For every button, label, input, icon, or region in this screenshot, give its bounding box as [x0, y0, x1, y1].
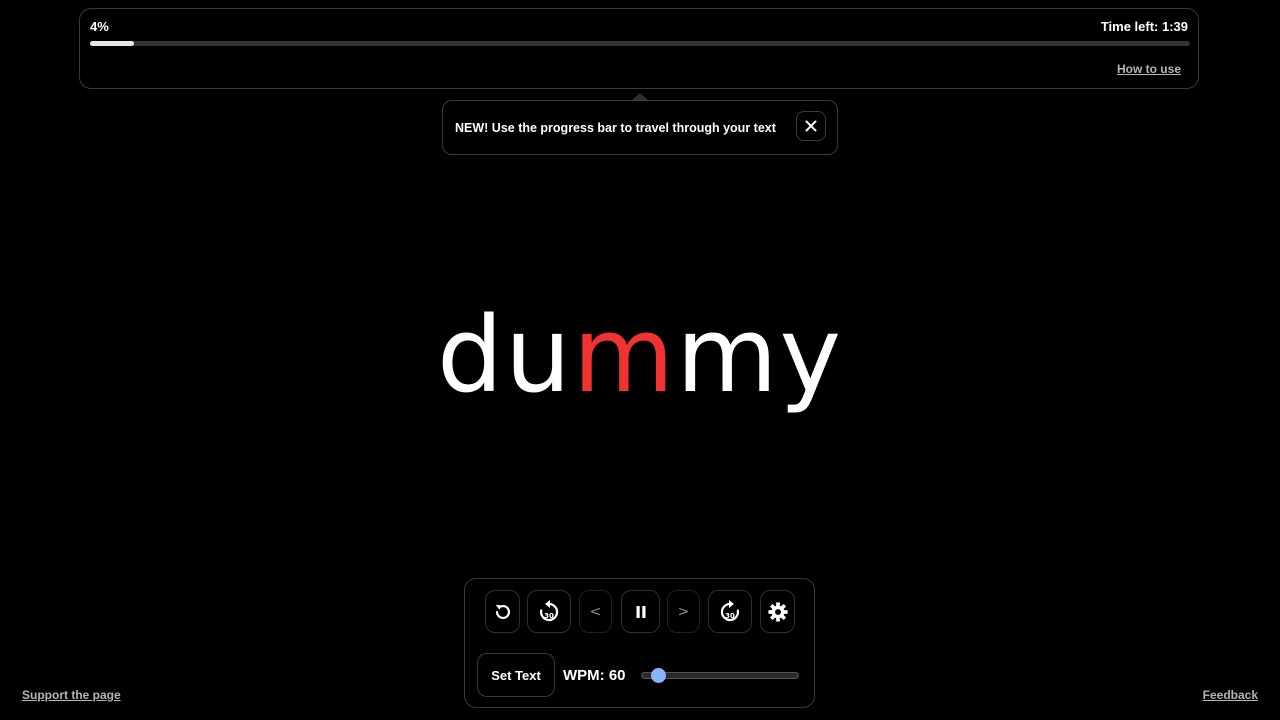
current-word: dummy [0, 290, 1280, 420]
support-page-link[interactable]: Support the page [22, 688, 121, 702]
forward-30-button[interactable]: 30 [708, 590, 752, 633]
wpm-slider-thumb[interactable] [650, 668, 666, 683]
restart-icon [495, 604, 510, 619]
rewind-30-button[interactable]: 30 [527, 590, 571, 633]
tooltip-text: NEW! Use the progress bar to travel thro… [455, 121, 776, 135]
pause-icon [636, 605, 645, 618]
reader-controls: 30 < > 30 Set Text WPM: 60 [464, 578, 815, 708]
next-word-label: > [677, 603, 690, 620]
word-before-pivot: du [436, 294, 573, 416]
next-word-button[interactable]: > [667, 590, 700, 633]
word-pivot-letter: m [572, 294, 677, 416]
progress-bar[interactable] [90, 41, 1190, 46]
feedback-link[interactable]: Feedback [1203, 688, 1258, 702]
close-icon [805, 120, 817, 132]
pause-button[interactable] [621, 590, 660, 633]
settings-button[interactable] [760, 590, 795, 633]
rewind-30-icon: 30 [539, 599, 559, 621]
wpm-slider[interactable] [641, 668, 799, 683]
restart-button[interactable] [485, 590, 520, 633]
new-feature-tooltip: NEW! Use the progress bar to travel thro… [442, 100, 838, 155]
progress-bar-fill [90, 41, 134, 46]
gear-icon [767, 601, 788, 622]
tooltip-arrow [632, 93, 648, 100]
tooltip-close-button[interactable] [796, 111, 826, 141]
wpm-label: WPM: 60 [563, 667, 626, 684]
previous-word-button[interactable]: < [579, 590, 612, 633]
time-left: Time left: 1:39 [1100, 19, 1188, 34]
set-text-button[interactable]: Set Text [477, 653, 555, 697]
forward-30-icon: 30 [720, 599, 740, 621]
progress-percent: 4% [90, 19, 109, 34]
word-after-pivot: my [676, 294, 844, 416]
rewind-seconds-label: 30 [544, 612, 554, 620]
previous-word-label: < [589, 603, 602, 620]
progress-panel: 4% Time left: 1:39 How to use [79, 8, 1199, 89]
how-to-use-link[interactable]: How to use [1117, 62, 1181, 76]
forward-seconds-label: 30 [725, 612, 735, 620]
